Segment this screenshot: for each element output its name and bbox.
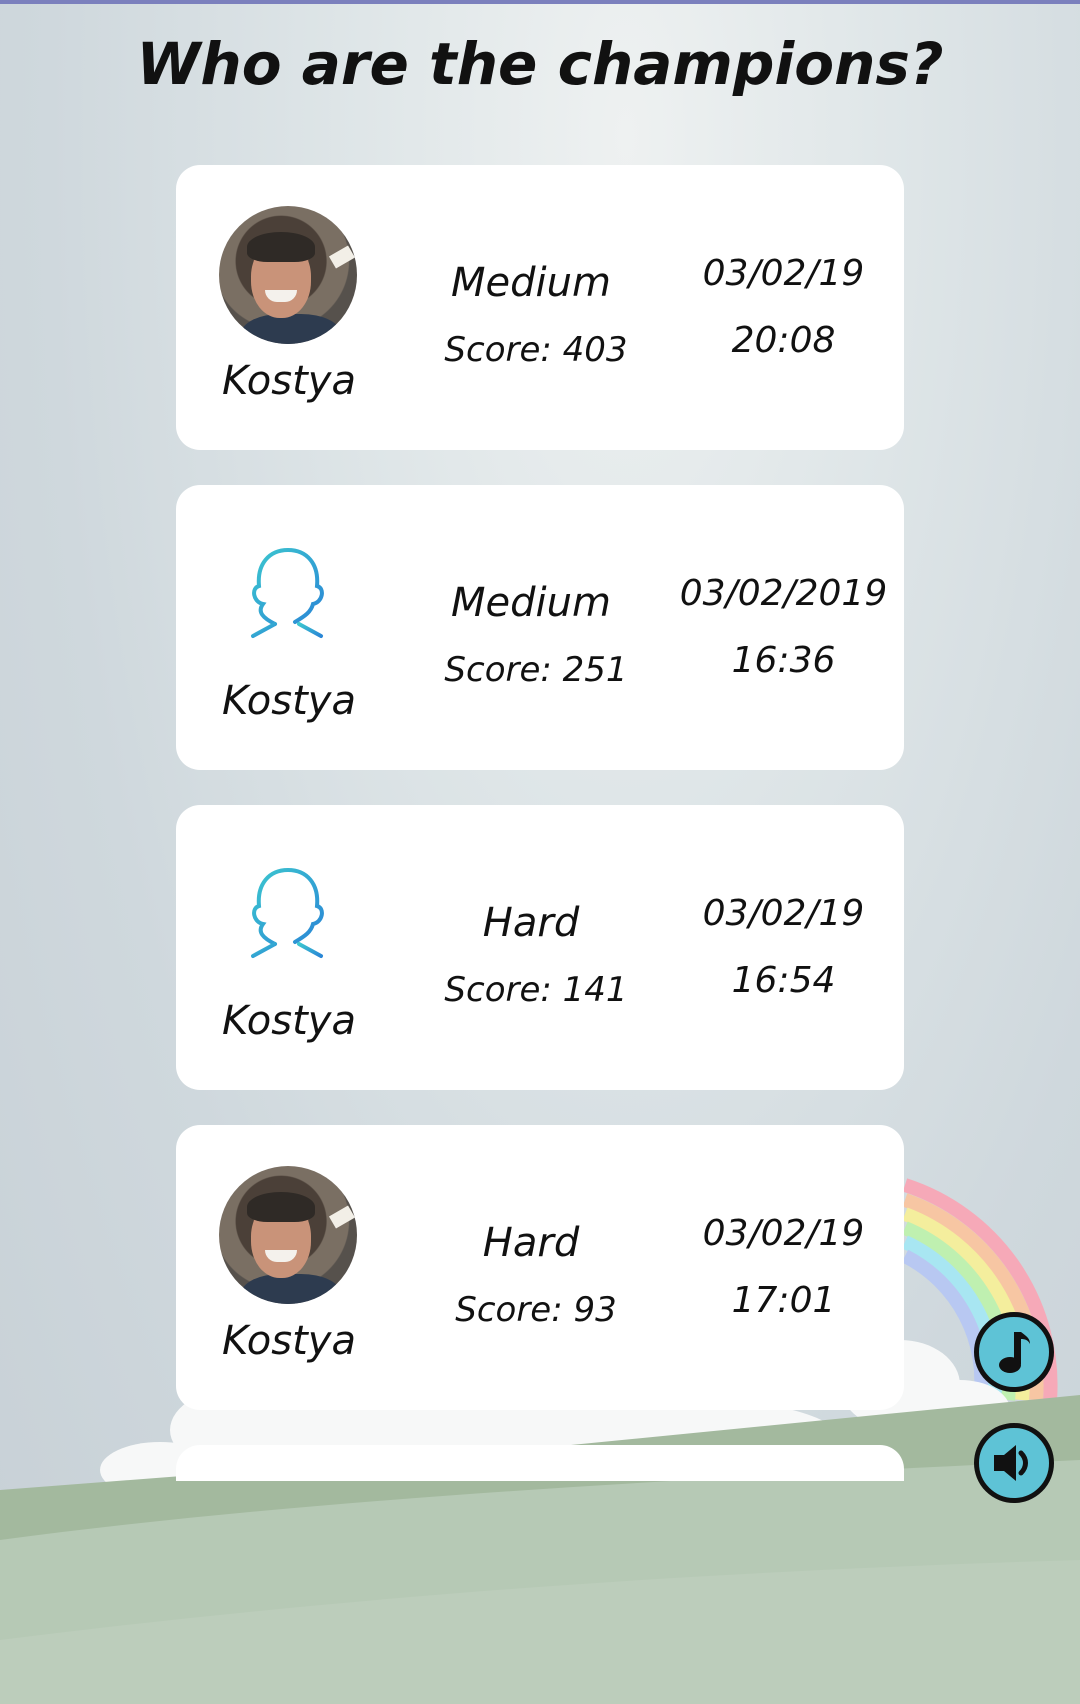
- date: 03/02/19: [702, 893, 865, 934]
- time: 16:36: [731, 640, 836, 681]
- date: 03/02/2019: [679, 573, 888, 614]
- player-name: Kostya: [222, 678, 356, 724]
- score: Score: 93: [455, 1290, 617, 1330]
- champion-card[interactable]: Kostya Medium Score: 251 03/02/2019 16:3…: [176, 485, 904, 770]
- user-photo: [219, 206, 357, 344]
- music-note-icon: [999, 1332, 1030, 1373]
- avatar: [218, 525, 358, 665]
- player-name: Kostya: [222, 998, 356, 1044]
- avatar: [218, 845, 358, 985]
- difficulty-level: Hard: [482, 900, 580, 946]
- speaker-icon: [994, 1445, 1028, 1481]
- top-strip: [0, 0, 1080, 4]
- score: Score: 251: [444, 650, 628, 690]
- difficulty-level: Medium: [451, 260, 611, 306]
- avatar: [218, 1165, 358, 1305]
- hill-foreground: [0, 1560, 1080, 1704]
- score: Score: 403: [444, 330, 628, 370]
- champion-card[interactable]: Kostya Medium Score: 403 03/02/19 20:08: [176, 165, 904, 450]
- date: 03/02/19: [702, 1213, 865, 1254]
- champion-card[interactable]: Kostya Hard Score: 93 03/02/19 17:01: [176, 1125, 904, 1410]
- music-toggle-button[interactable]: [974, 1312, 1054, 1392]
- time: 20:08: [731, 320, 836, 361]
- page-title: Who are the champions?: [136, 30, 944, 98]
- user-photo: [219, 1166, 357, 1304]
- default-user-icon: [251, 547, 324, 638]
- date: 03/02/19: [702, 253, 865, 294]
- sound-toggle-button[interactable]: [974, 1423, 1054, 1503]
- champions-list[interactable]: Kostya Medium Score: 403 03/02/19 20:08 …: [176, 165, 904, 1481]
- player-name: Kostya: [222, 358, 356, 404]
- score: Score: 141: [444, 970, 628, 1010]
- player-name: Kostya: [222, 1318, 356, 1364]
- time: 17:01: [731, 1280, 836, 1321]
- champion-card[interactable]: Kostya Hard Score: 141 03/02/19 16:54: [176, 805, 904, 1090]
- time: 16:54: [731, 960, 836, 1001]
- difficulty-level: Medium: [451, 580, 611, 626]
- hill-front: [0, 1460, 1080, 1704]
- difficulty-level: Hard: [482, 1220, 580, 1266]
- champion-card-partial[interactable]: [176, 1445, 904, 1481]
- default-user-icon: [251, 867, 324, 958]
- avatar: [218, 205, 358, 345]
